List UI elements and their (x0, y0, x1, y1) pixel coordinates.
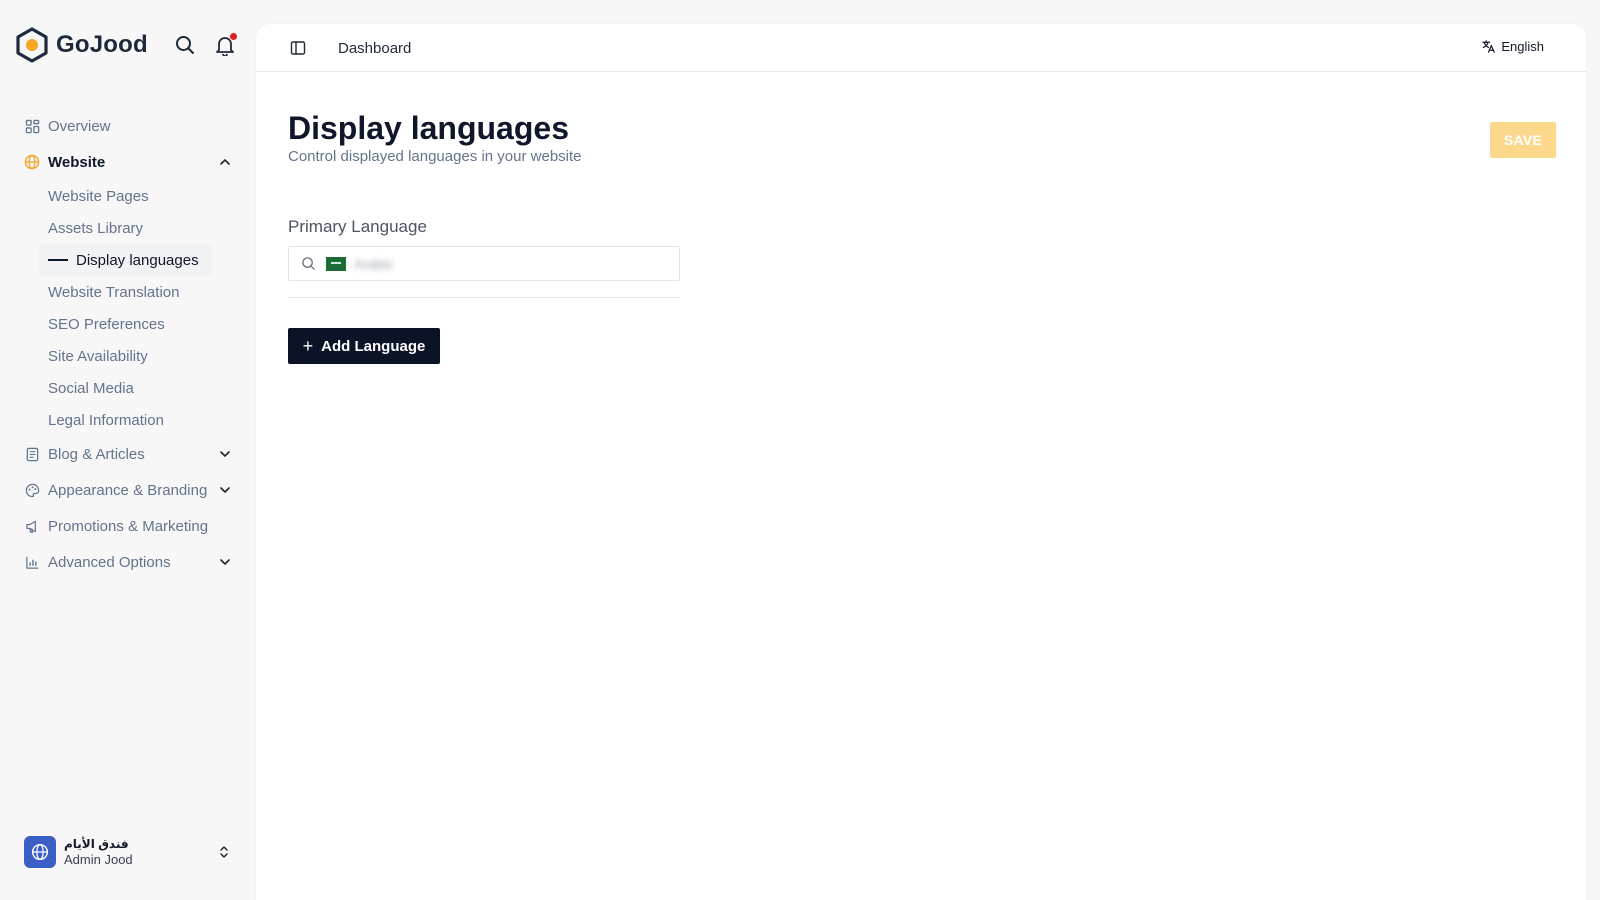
notification-bell-icon[interactable] (214, 33, 237, 57)
sidebar-item-appearance-branding[interactable]: Appearance & Branding (16, 472, 240, 508)
sidebar: GoJood Overview Website Website Pages As… (0, 0, 256, 900)
topbar: Dashboard English (256, 24, 1586, 72)
save-button[interactable]: SAVE (1490, 122, 1556, 158)
sidebar-item-label: Social Media (48, 379, 134, 397)
chevron-down-icon[interactable] (218, 555, 232, 569)
sidebar-item-legal-information[interactable]: Legal Information (38, 404, 212, 436)
sidebar-nav: Overview Website Website Pages Assets Li… (16, 108, 240, 580)
chevrons-up-down-icon[interactable] (216, 844, 232, 860)
globe-icon (24, 154, 40, 170)
website-submenu: Website Pages Assets Library Display lan… (38, 180, 240, 436)
sidebar-item-site-availability[interactable]: Site Availability (38, 340, 212, 372)
sidebar-item-label: Overview (48, 117, 111, 135)
sidebar-item-label: Promotions & Marketing (48, 517, 209, 535)
megaphone-icon (24, 518, 40, 534)
sidebar-item-label: Display languages (76, 251, 199, 269)
chevron-down-icon[interactable] (218, 447, 232, 461)
brand-logo-icon (16, 27, 48, 63)
grid-icon (24, 118, 40, 134)
sidebar-toggle-icon[interactable] (290, 40, 306, 56)
sidebar-item-website[interactable]: Website (16, 144, 240, 180)
sidebar-item-website-translation[interactable]: Website Translation (38, 276, 212, 308)
main-panel: Dashboard English Display languages Cont… (256, 24, 1586, 900)
brand[interactable]: GoJood (14, 26, 148, 64)
sidebar-item-label: Advanced Options (48, 553, 171, 571)
document-icon (24, 446, 40, 462)
sidebar-item-assets-library[interactable]: Assets Library (38, 212, 212, 244)
translate-icon (1482, 40, 1496, 53)
sidebar-item-label: SEO Preferences (48, 315, 165, 333)
search-icon[interactable] (174, 34, 196, 56)
chevron-up-icon[interactable] (218, 155, 232, 169)
primary-language-value: Arabic (354, 255, 394, 272)
globe-icon (31, 843, 49, 861)
notification-dot (230, 33, 237, 40)
sidebar-item-label: Blog & Articles (48, 445, 145, 463)
user-switcher[interactable]: فندق الأيام Admin Jood (24, 836, 232, 868)
sidebar-item-label: Legal Information (48, 411, 164, 429)
sidebar-item-promotions-marketing[interactable]: Promotions & Marketing (16, 508, 240, 544)
page-title: Display languages (288, 110, 569, 146)
add-language-label: Add Language (321, 337, 426, 355)
sidebar-item-overview[interactable]: Overview (16, 108, 240, 144)
primary-language-label: Primary Language (288, 217, 427, 236)
active-indicator (48, 259, 68, 261)
sidebar-item-display-languages[interactable]: Display languages (38, 244, 212, 276)
bar-chart-icon (24, 554, 40, 570)
add-language-button[interactable]: + Add Language (288, 328, 440, 364)
sidebar-item-advanced-options[interactable]: Advanced Options (16, 544, 240, 580)
plus-icon: + (302, 336, 314, 356)
page-subtitle: Control displayed languages in your webs… (288, 148, 582, 165)
avatar (24, 836, 56, 868)
language-switcher[interactable]: English (1481, 39, 1544, 54)
primary-language-select[interactable]: Arabic (288, 246, 680, 281)
sidebar-item-social-media[interactable]: Social Media (38, 372, 212, 404)
saudi-flag-icon (326, 256, 346, 271)
language-label: English (1501, 39, 1544, 54)
org-name: فندق الأيام (64, 837, 129, 851)
sidebar-item-seo-preferences[interactable]: SEO Preferences (38, 308, 212, 340)
sidebar-item-label: Website (48, 153, 106, 171)
sidebar-item-label: Website Pages (48, 187, 149, 205)
user-role: Admin Jood (64, 852, 133, 867)
brand-name: GoJood (56, 31, 148, 58)
sidebar-item-label: Appearance & Branding (48, 481, 208, 499)
palette-icon (24, 482, 40, 498)
sidebar-item-label: Site Availability (48, 347, 148, 365)
sidebar-item-blog-articles[interactable]: Blog & Articles (16, 436, 240, 472)
sidebar-item-label: Assets Library (48, 219, 144, 237)
sidebar-item-label: Website Translation (48, 283, 180, 301)
search-icon (302, 257, 315, 270)
chevron-down-icon[interactable] (218, 483, 232, 497)
breadcrumb[interactable]: Dashboard (338, 40, 411, 57)
divider (288, 297, 680, 298)
sidebar-item-website-pages[interactable]: Website Pages (38, 180, 212, 212)
